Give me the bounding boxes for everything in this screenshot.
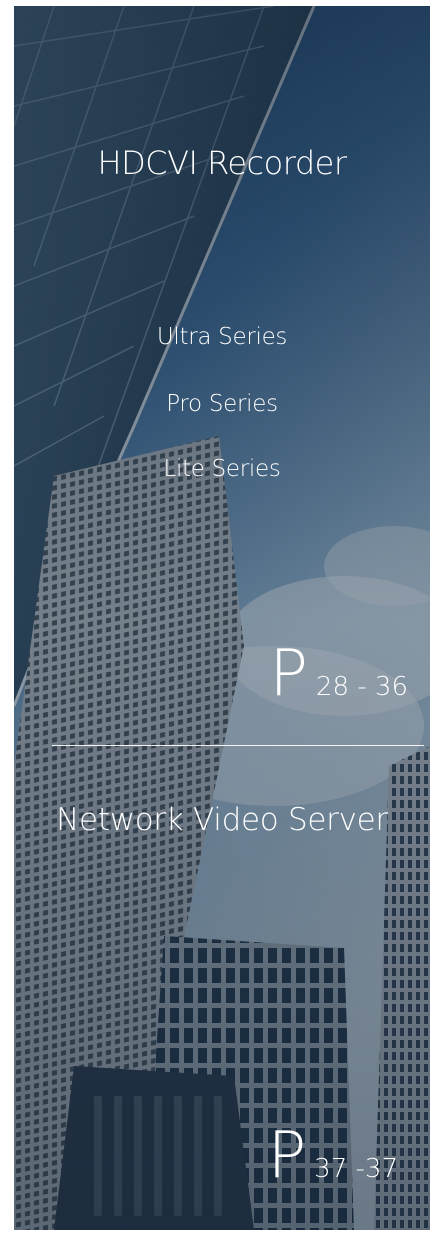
page-range-section2: P 37 -37 (268, 1124, 398, 1188)
page-range-section1: P 28 - 36 (269, 642, 408, 706)
series-item-ultra[interactable]: Ultra Series (14, 324, 430, 350)
section-title-hdcvi-recorder: HDCVI Recorder (97, 144, 347, 182)
page-letter: P (267, 1119, 307, 1193)
series-item-pro[interactable]: Pro Series (14, 391, 430, 417)
section-divider (52, 745, 424, 746)
catalog-panel: HDCVI Recorder Ultra Series Pro Series L… (14, 6, 430, 1230)
city-skyscraper-background (14, 6, 430, 1230)
section-title-network-video-server: Network Video Server (56, 802, 388, 838)
series-item-lite[interactable]: Lite Series (14, 456, 430, 482)
page-numbers: 28 - 36 (315, 672, 408, 702)
page-numbers: 37 -37 (314, 1154, 398, 1184)
page-letter: P (269, 637, 308, 711)
